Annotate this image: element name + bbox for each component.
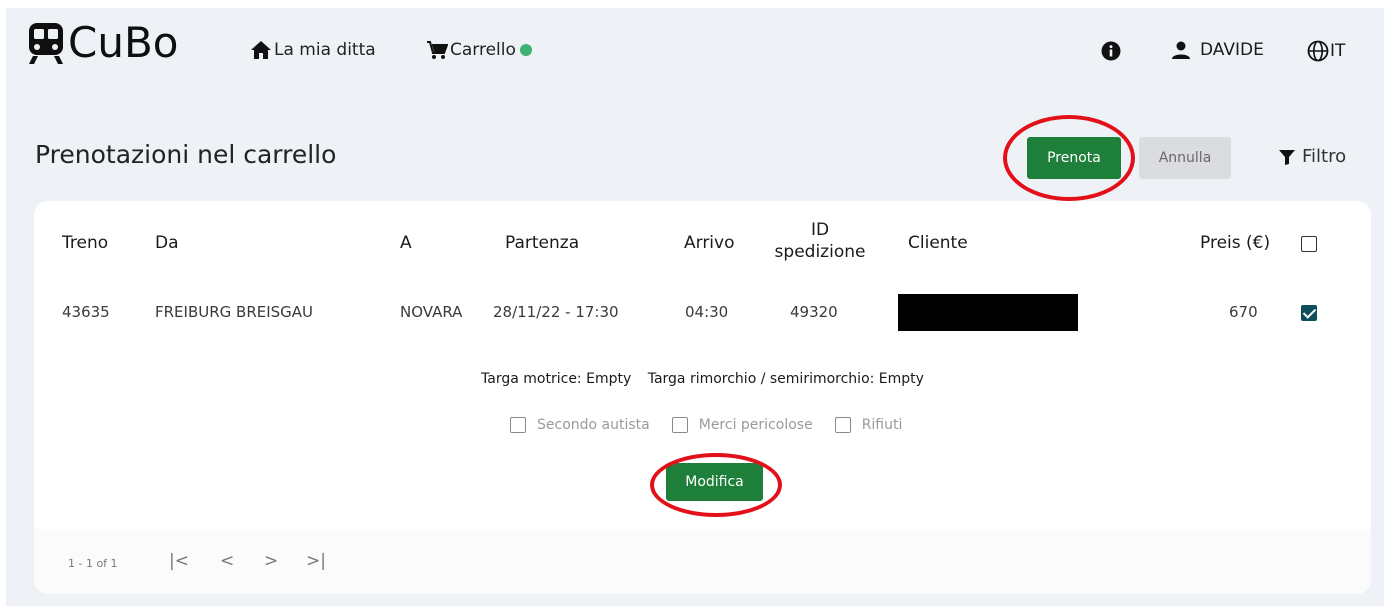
col-header-preis: Preis (€) bbox=[1200, 233, 1271, 253]
user-name: DAVIDE bbox=[1200, 40, 1264, 60]
brand-name: CuBo bbox=[68, 18, 179, 67]
col-header-a: A bbox=[400, 233, 412, 253]
row-select-checkbox[interactable] bbox=[1301, 305, 1317, 321]
col-header-id-line1: ID bbox=[810, 220, 830, 240]
cell-da: FREIBURG BREISGAU bbox=[155, 303, 314, 321]
globe-icon bbox=[1307, 40, 1329, 62]
filter-icon bbox=[1279, 149, 1295, 165]
flag-label: Merci pericolose bbox=[698, 417, 813, 433]
targa-rimorchio: Targa rimorchio / semirimorchio: Empty bbox=[647, 371, 924, 387]
bookings-table-card: Treno Da A Partenza Arrivo ID spedizione… bbox=[34, 201, 1371, 594]
page-title: Prenotazioni nel carrello bbox=[35, 140, 337, 169]
col-header-treno: Treno bbox=[62, 233, 109, 253]
col-header-arrivo: Arrivo bbox=[684, 233, 735, 253]
cell-a: NOVARA bbox=[400, 303, 463, 321]
flag-checkbox[interactable] bbox=[510, 417, 526, 433]
filter-button[interactable]: Filtro bbox=[1278, 146, 1346, 167]
prev-page-button[interactable]: < bbox=[220, 551, 234, 571]
nav-home[interactable]: La mia ditta bbox=[250, 40, 376, 60]
col-header-partenza: Partenza bbox=[505, 233, 580, 253]
cell-partenza: 28/11/22 - 17:30 bbox=[493, 303, 619, 321]
annulla-button[interactable]: Annulla bbox=[1139, 137, 1231, 179]
col-header-da: Da bbox=[155, 233, 179, 253]
nav-cart-label: Carrello bbox=[450, 40, 516, 60]
flag-rifiuti[interactable]: Rifiuti bbox=[834, 417, 903, 433]
top-navbar: CuBo La mia ditta Carrello DAVIDE IT bbox=[0, 0, 1384, 100]
nav-cart[interactable]: Carrello bbox=[426, 40, 532, 60]
user-menu[interactable]: DAVIDE bbox=[1170, 40, 1264, 60]
prenota-button[interactable]: Prenota bbox=[1027, 137, 1121, 179]
shipment-flags: Secondo autista Merci pericolose Rifiuti bbox=[510, 417, 924, 433]
cart-status-dot bbox=[519, 44, 532, 56]
nav-home-label: La mia ditta bbox=[274, 40, 376, 60]
col-header-id-spedizione: ID spedizione bbox=[772, 219, 868, 263]
next-page-button[interactable]: > bbox=[264, 551, 278, 571]
col-header-id-line2: spedizione bbox=[774, 242, 866, 262]
pagination-bar: 1 - 1 of 1 |< < > >| bbox=[34, 529, 1371, 594]
train-icon bbox=[29, 23, 63, 64]
language-selector[interactable]: IT bbox=[1307, 40, 1345, 62]
cell-preis: 670 bbox=[1229, 303, 1258, 321]
user-icon bbox=[1172, 41, 1190, 59]
flag-checkbox[interactable] bbox=[834, 417, 851, 433]
flag-label: Rifiuti bbox=[861, 417, 903, 433]
cell-treno: 43635 bbox=[62, 303, 110, 321]
flag-label: Secondo autista bbox=[537, 417, 650, 433]
vehicle-plates-info: Targa motrice: Empty Targa rimorchio / s… bbox=[34, 371, 1371, 387]
filter-label: Filtro bbox=[1302, 146, 1347, 167]
select-all-checkbox[interactable] bbox=[1301, 236, 1317, 252]
flag-merci-pericolose[interactable]: Merci pericolose bbox=[671, 417, 813, 433]
brand-logo[interactable]: CuBo bbox=[26, 20, 178, 66]
col-header-cliente: Cliente bbox=[908, 233, 968, 253]
cell-cliente-redacted bbox=[898, 294, 1078, 331]
language-label: IT bbox=[1330, 41, 1346, 61]
cart-icon bbox=[427, 41, 448, 59]
flag-secondo-autista[interactable]: Secondo autista bbox=[510, 417, 650, 433]
first-page-button[interactable]: |< bbox=[169, 551, 189, 571]
modifica-button[interactable]: Modifica bbox=[666, 463, 763, 501]
targa-motrice: Targa motrice: Empty bbox=[481, 371, 632, 387]
pagination-range: 1 - 1 of 1 bbox=[68, 557, 118, 570]
home-icon bbox=[251, 41, 271, 59]
last-page-button[interactable]: >| bbox=[306, 551, 326, 571]
cell-id-spedizione: 49320 bbox=[790, 303, 838, 321]
info-icon[interactable] bbox=[1101, 41, 1121, 61]
flag-checkbox[interactable] bbox=[671, 417, 688, 433]
cell-arrivo: 04:30 bbox=[685, 303, 729, 321]
